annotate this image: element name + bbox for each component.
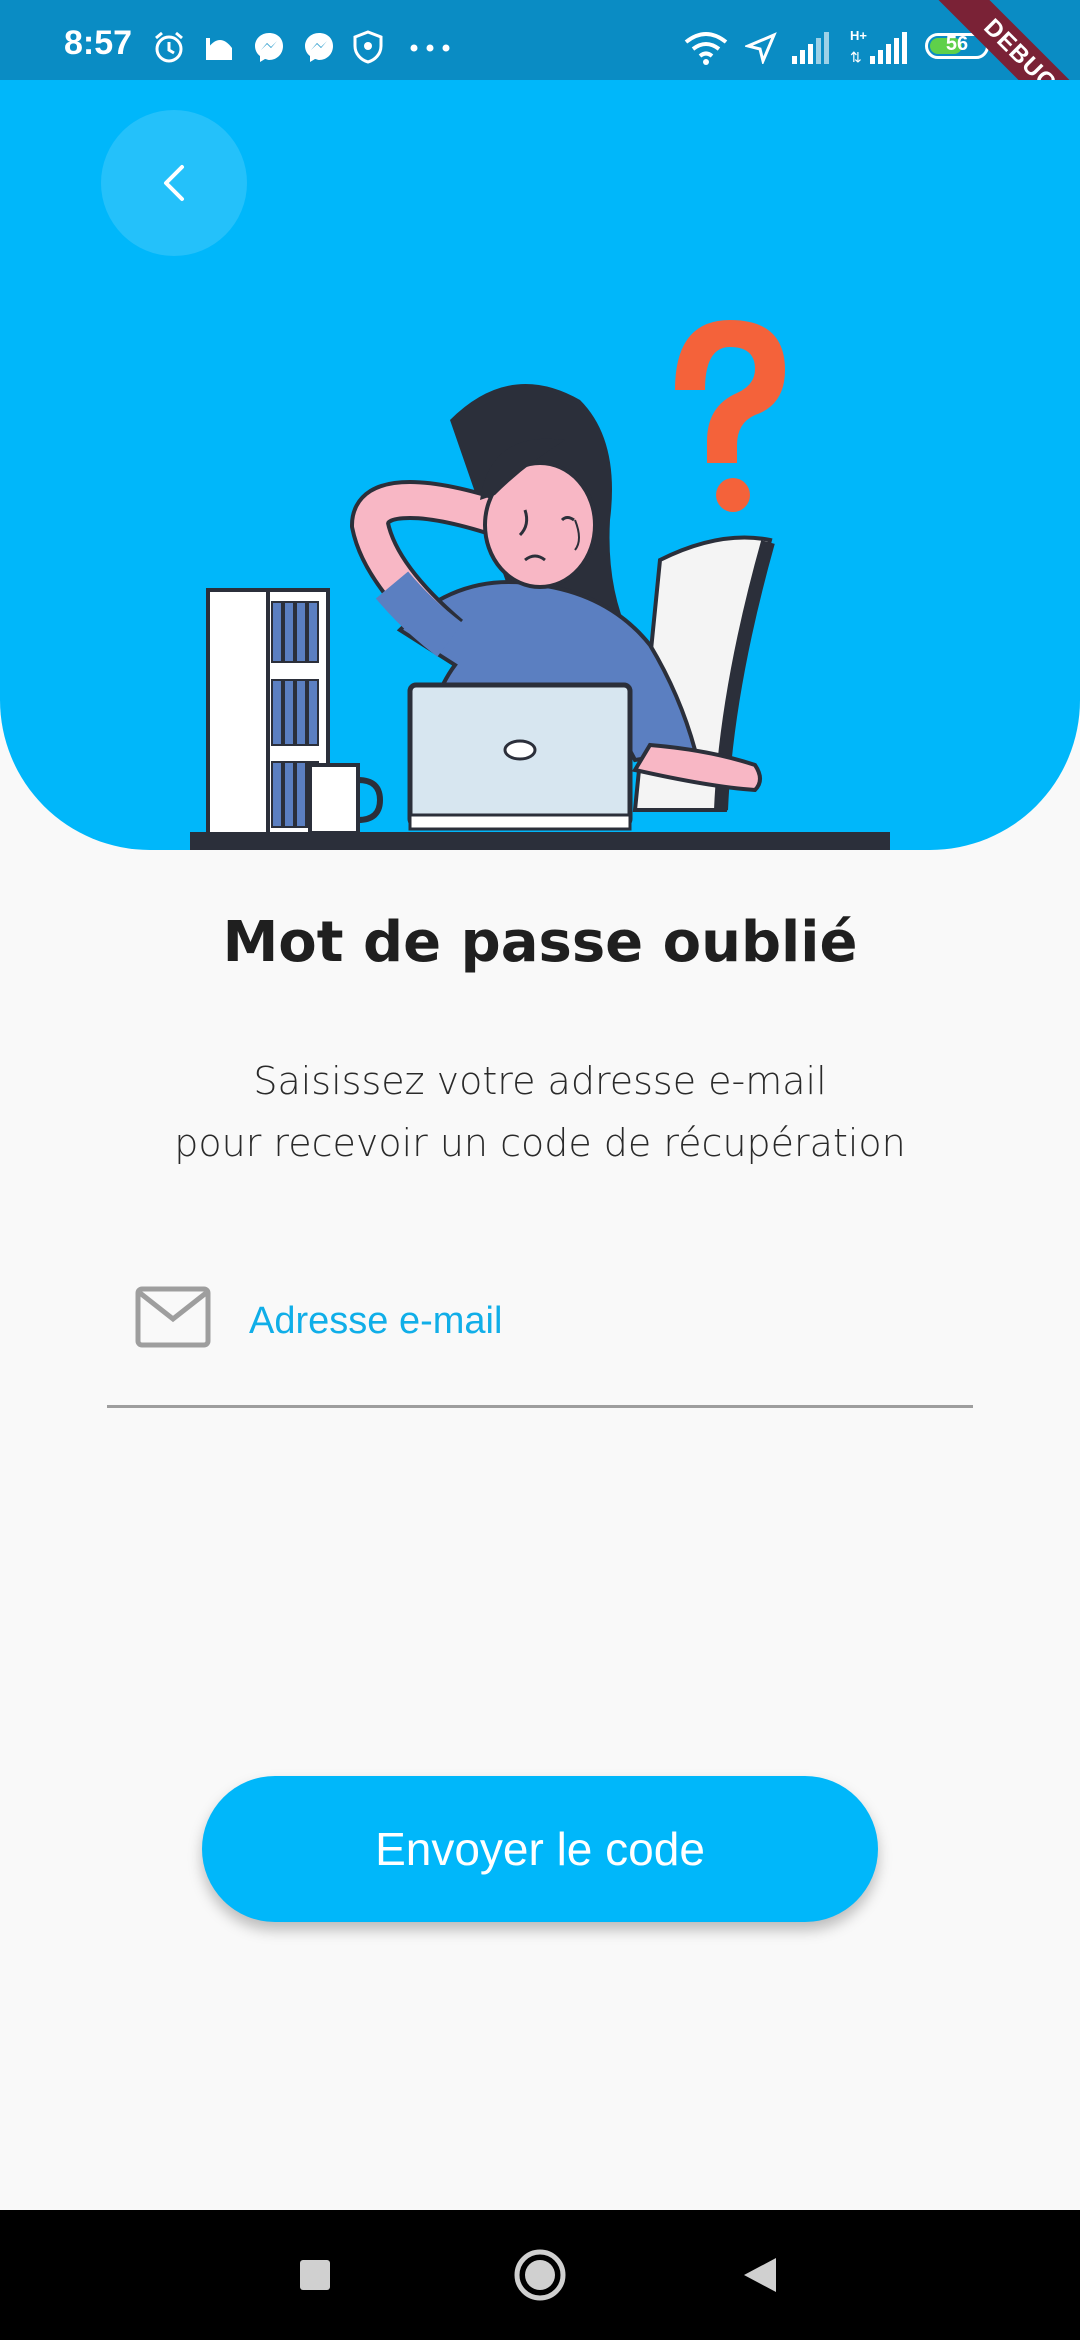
- more-dots-icon: [410, 44, 450, 52]
- messenger-icon: [305, 33, 333, 62]
- recents-button[interactable]: [250, 2210, 380, 2340]
- back-triangle-icon: [744, 2258, 776, 2292]
- recents-square-icon: [300, 2260, 330, 2290]
- page-title: Mot de passe oublié: [222, 910, 858, 975]
- email-input[interactable]: [247, 1280, 951, 1362]
- messenger-icon: [255, 33, 283, 62]
- svg-text:H+: H+: [850, 28, 867, 43]
- location-icon: [745, 32, 777, 64]
- page-subtitle: Saisissez votre adresse e-mail pour rece…: [0, 1050, 1080, 1174]
- h-plus-signal-icon: H+ ⇅: [850, 28, 907, 65]
- mosque-icon: [206, 38, 232, 60]
- subtitle-line-1: Saisissez votre adresse e-mail: [253, 1059, 827, 1103]
- status-time: 8:57: [64, 24, 133, 62]
- back-nav-button[interactable]: [695, 2210, 825, 2340]
- shield-icon: [353, 30, 383, 64]
- wifi-icon: [684, 32, 728, 65]
- forgot-password-illustration: [190, 320, 890, 850]
- mail-icon: [135, 1286, 211, 1348]
- chevron-left-icon: [164, 165, 184, 201]
- send-code-button[interactable]: Envoyer le code: [202, 1776, 878, 1922]
- status-bar: 8:57 H+ ⇅ 56 DEBUG: [0, 0, 1080, 161]
- email-field[interactable]: [107, 1260, 973, 1408]
- system-navigation-bar: [0, 2210, 1080, 2340]
- back-button[interactable]: [101, 110, 247, 256]
- alarm-icon: [155, 31, 183, 63]
- signal-icon: [792, 32, 829, 64]
- header-banner: [0, 80, 1080, 850]
- svg-text:⇅: ⇅: [850, 49, 862, 65]
- home-button[interactable]: [475, 2210, 605, 2340]
- subtitle-line-2: pour recevoir un code de récupération: [174, 1121, 906, 1165]
- home-circle-icon: [514, 2249, 566, 2301]
